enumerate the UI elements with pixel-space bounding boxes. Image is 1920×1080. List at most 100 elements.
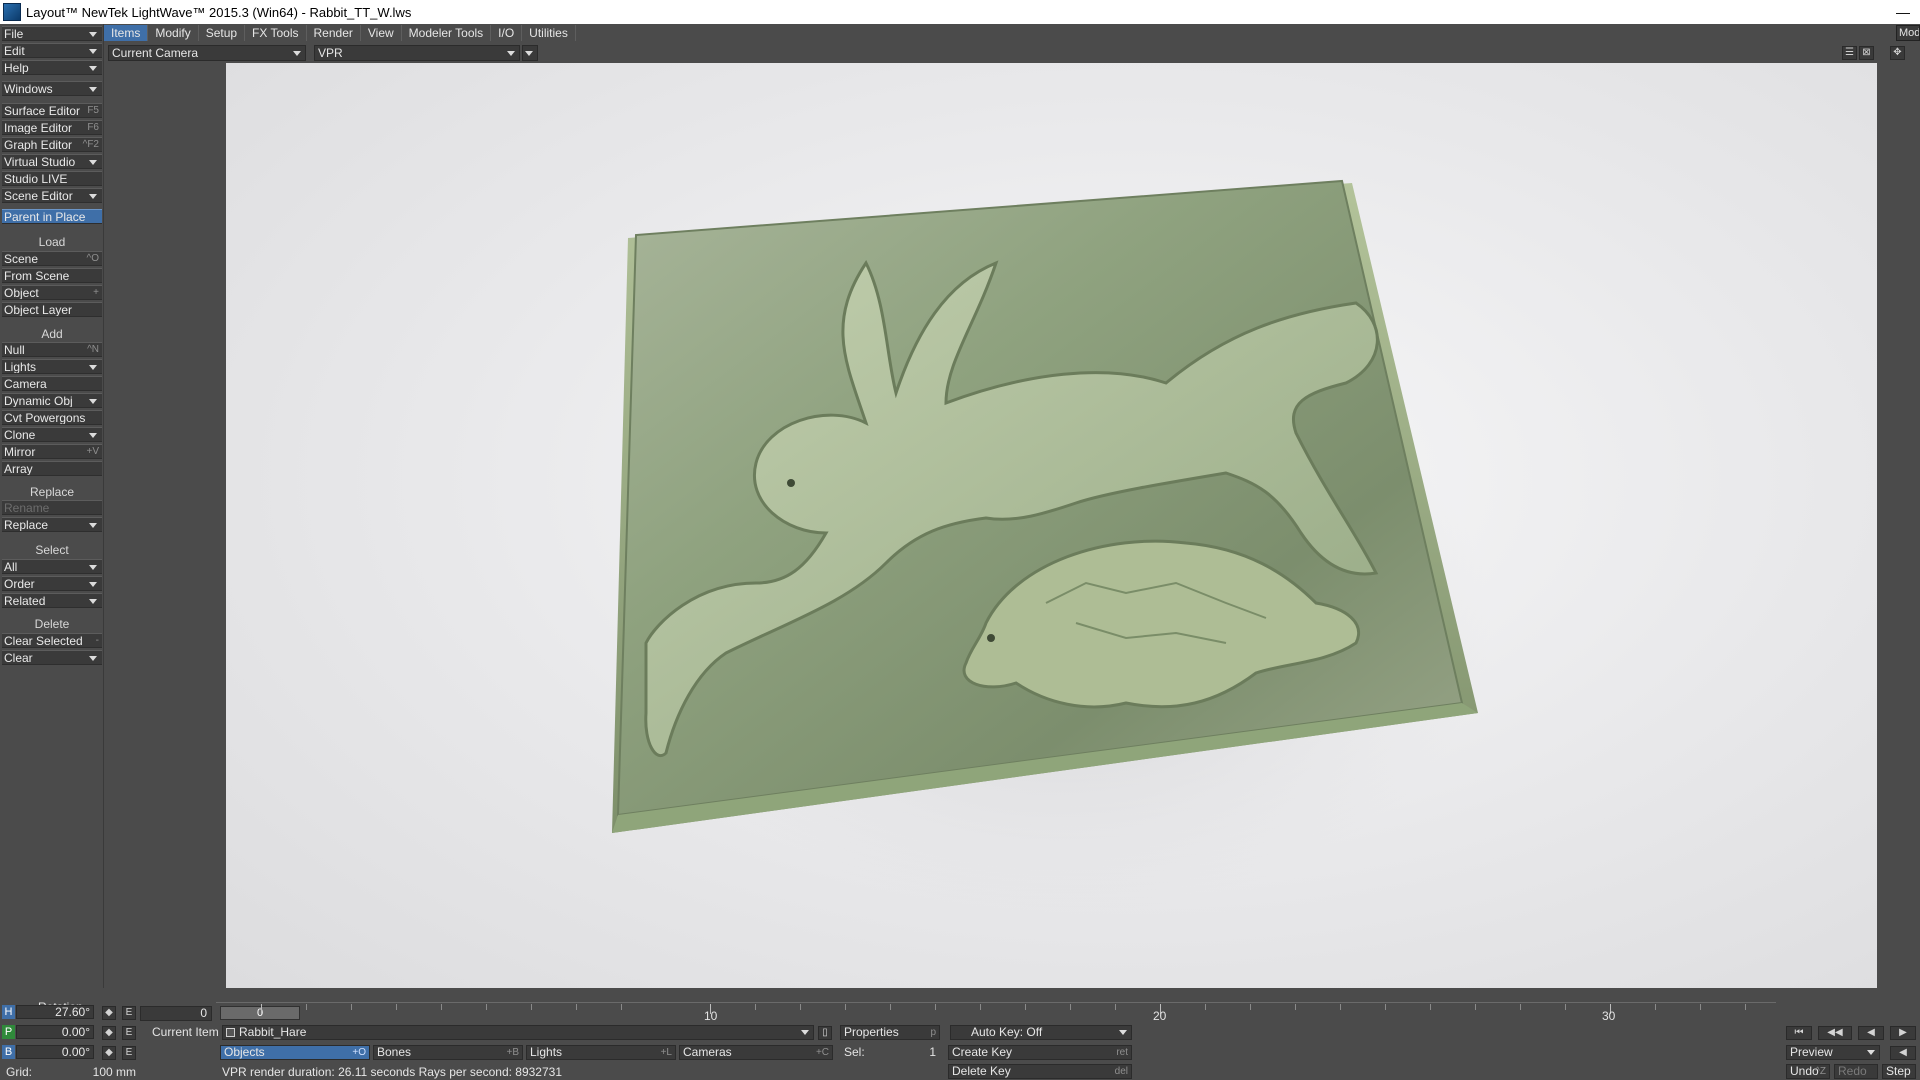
- axis-h-chip: H: [2, 1005, 15, 1019]
- add-camera-button[interactable]: Camera: [2, 376, 102, 391]
- timeline-tick: [1115, 1004, 1116, 1010]
- select-all-menu[interactable]: All: [2, 559, 102, 574]
- tab-items[interactable]: Items: [104, 25, 149, 41]
- edit-menu[interactable]: Edit: [2, 43, 102, 58]
- camera-viewport[interactable]: [226, 63, 1877, 988]
- button-label: Dynamic Obj: [4, 394, 73, 408]
- load-scene-button[interactable]: Scene ^O: [2, 251, 102, 266]
- button-label: Null: [4, 343, 25, 357]
- image-editor-button[interactable]: Image Editor F6: [2, 120, 102, 135]
- minimize-button[interactable]: —: [1886, 4, 1920, 20]
- window-title: Layout™ NewTek LightWave™ 2015.3 (Win64)…: [26, 4, 412, 20]
- replace-section-header: Replace: [29, 485, 75, 499]
- step-button[interactable]: Step: [1882, 1064, 1916, 1079]
- help-menu[interactable]: Help: [2, 60, 102, 75]
- delete-key-button[interactable]: Delete Key del: [948, 1064, 1132, 1079]
- heading-envelope-button[interactable]: E: [122, 1006, 136, 1020]
- view-type-value: Current Camera: [112, 46, 199, 60]
- cvt-powergons-button[interactable]: Cvt Powergons: [2, 410, 102, 425]
- view-type-select[interactable]: Current Camera: [108, 45, 306, 61]
- prev-key-icon[interactable]: ◀: [1890, 1046, 1916, 1060]
- timeline-tick: [1295, 1004, 1296, 1010]
- pitch-value-field[interactable]: 0.00°: [16, 1025, 94, 1039]
- tab-render[interactable]: Render: [307, 25, 361, 41]
- maximize-viewport-icon[interactable]: ⊠: [1859, 46, 1874, 60]
- tab-io[interactable]: I/O: [491, 25, 523, 41]
- button-label: Bones: [377, 1045, 412, 1059]
- load-from-scene-button[interactable]: From Scene: [2, 268, 102, 283]
- current-item-select[interactable]: Rabbit_Hare: [222, 1025, 814, 1040]
- timeline-frame-slider[interactable]: 0: [220, 1006, 300, 1020]
- create-key-button[interactable]: Create Key ret: [948, 1045, 1132, 1060]
- button-label: Graph Editor: [4, 138, 73, 152]
- tab-setup[interactable]: Setup: [199, 25, 246, 41]
- tab-modify[interactable]: Modify: [148, 25, 199, 41]
- play-reverse-icon[interactable]: ◀: [1858, 1026, 1884, 1040]
- surface-editor-button[interactable]: Surface Editor F5: [2, 103, 102, 118]
- timeline-tick: [1250, 1004, 1251, 1010]
- render-mode-select[interactable]: VPR: [314, 45, 520, 61]
- parent-in-place-toggle[interactable]: Parent in Place: [2, 209, 102, 224]
- shortcut-hint: ^O: [86, 253, 99, 264]
- window-controls: —: [1886, 0, 1920, 24]
- load-object-layer-button[interactable]: Object Layer: [2, 302, 102, 317]
- lights-category-button[interactable]: Lights +L: [526, 1045, 676, 1060]
- windows-menu[interactable]: Windows: [2, 81, 102, 96]
- move-view-icon[interactable]: ✥: [1890, 46, 1905, 60]
- list-icon[interactable]: ☰: [1842, 46, 1857, 60]
- preview-select[interactable]: Preview: [1786, 1045, 1880, 1060]
- shortcut-hint: p: [930, 1027, 936, 1038]
- item-lock-icon[interactable]: ▯: [818, 1026, 832, 1040]
- heading-drag-icon[interactable]: ◆: [102, 1006, 116, 1020]
- clear-selected-button[interactable]: Clear Selected -: [2, 633, 102, 648]
- button-label: Replace: [4, 518, 49, 532]
- cameras-category-button[interactable]: Cameras +C: [679, 1045, 833, 1060]
- bank-drag-icon[interactable]: ◆: [102, 1046, 116, 1060]
- timeline-label-20: 20: [1153, 1009, 1167, 1023]
- go-to-start-icon[interactable]: ⏮: [1786, 1026, 1812, 1040]
- play-forward-icon[interactable]: ▶: [1890, 1026, 1916, 1040]
- objects-category-button[interactable]: Objects +O: [220, 1045, 370, 1060]
- clone-menu[interactable]: Clone: [2, 427, 102, 442]
- array-button[interactable]: Array: [2, 461, 102, 476]
- load-object-button[interactable]: Object +: [2, 285, 102, 300]
- select-order-menu[interactable]: Order: [2, 576, 102, 591]
- viewport-options-dropdown[interactable]: [522, 45, 538, 61]
- timeline-tick: [890, 1004, 891, 1010]
- current-frame-field[interactable]: 0: [140, 1006, 212, 1021]
- chevron-down-icon: [89, 365, 97, 370]
- file-menu[interactable]: File: [2, 26, 102, 41]
- graph-editor-button[interactable]: Graph Editor ^F2: [2, 137, 102, 152]
- add-null-button[interactable]: Null ^N: [2, 342, 102, 357]
- replace-menu[interactable]: Replace: [2, 517, 102, 532]
- scene-editor-menu[interactable]: Scene Editor: [2, 188, 102, 203]
- button-label: Step: [1886, 1064, 1911, 1078]
- add-dynamic-obj-menu[interactable]: Dynamic Obj: [2, 393, 102, 408]
- help-menu-label: Help: [4, 61, 29, 75]
- select-related-menu[interactable]: Related: [2, 593, 102, 608]
- tab-fx-tools[interactable]: FX Tools: [245, 25, 307, 41]
- step-back-icon[interactable]: ◀◀: [1818, 1026, 1852, 1040]
- auto-key-select[interactable]: Auto Key: Off: [950, 1025, 1132, 1040]
- bank-value-field[interactable]: 0.00°: [16, 1045, 94, 1059]
- pitch-envelope-button[interactable]: E: [122, 1026, 136, 1040]
- mirror-button[interactable]: Mirror +V: [2, 444, 102, 459]
- timeline-scrubber[interactable]: 0 10 20 30: [216, 1002, 1776, 1023]
- properties-button[interactable]: Properties p: [840, 1025, 940, 1040]
- studio-live-button[interactable]: Studio LIVE: [2, 171, 102, 186]
- rename-button[interactable]: Rename: [2, 500, 102, 515]
- modeler-switch-button[interactable]: Mod: [1896, 25, 1920, 41]
- tab-modeler-tools[interactable]: Modeler Tools: [402, 25, 492, 41]
- tab-utilities[interactable]: Utilities: [522, 25, 576, 41]
- bank-envelope-button[interactable]: E: [122, 1046, 136, 1060]
- undo-button[interactable]: Undo ^Z: [1786, 1064, 1830, 1079]
- heading-value-field[interactable]: 27.60°: [16, 1005, 94, 1019]
- preview-value: Preview: [1790, 1045, 1833, 1059]
- virtual-studio-menu[interactable]: Virtual Studio: [2, 154, 102, 169]
- redo-button[interactable]: Redo: [1834, 1064, 1878, 1079]
- pitch-drag-icon[interactable]: ◆: [102, 1026, 116, 1040]
- tab-view[interactable]: View: [361, 25, 402, 41]
- clear-menu[interactable]: Clear: [2, 650, 102, 665]
- bones-category-button[interactable]: Bones +B: [373, 1045, 523, 1060]
- add-lights-menu[interactable]: Lights: [2, 359, 102, 374]
